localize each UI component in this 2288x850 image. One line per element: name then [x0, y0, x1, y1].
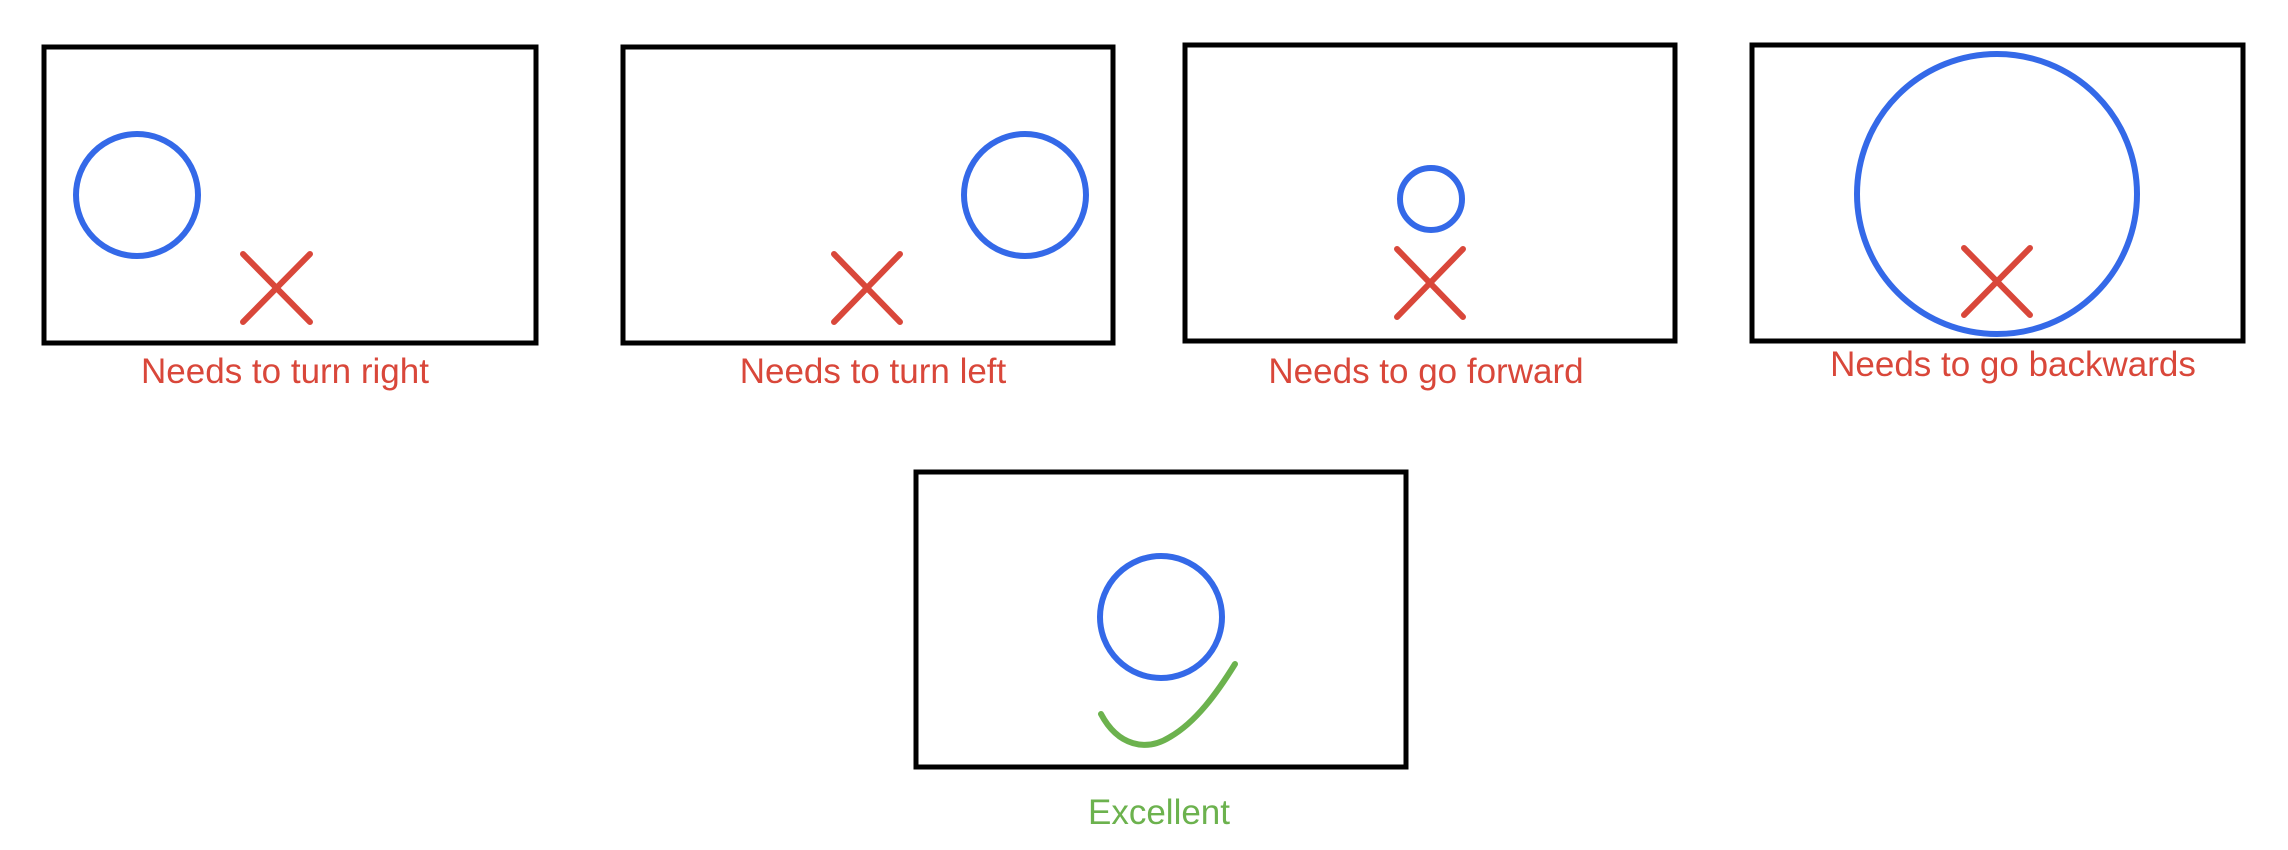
panel-caption: Needs to go backwards	[1830, 345, 2196, 384]
panel-go-backwards: Needs to go backwards	[1749, 42, 2246, 384]
cross-icon	[831, 251, 903, 325]
cross-icon	[1394, 246, 1466, 320]
robot-alignment-diagram: Needs to turn right Needs to turn left N…	[41, 42, 2246, 832]
panel-go-forward: Needs to go forward	[1182, 42, 1678, 391]
panel-turn-right: Needs to turn right	[41, 44, 539, 391]
panel-frame	[1749, 42, 2246, 344]
panel-frame	[913, 469, 1409, 770]
panel-frame	[1182, 42, 1678, 344]
circle-icon	[1854, 51, 2140, 337]
circle-icon	[73, 131, 201, 259]
panel-turn-left: Needs to turn left	[620, 44, 1116, 391]
panel-excellent: Excellent	[913, 469, 1409, 832]
panel-frame	[620, 44, 1116, 346]
panel-caption: Excellent	[1088, 793, 1230, 832]
cross-icon	[240, 251, 313, 325]
cross-icon	[1961, 245, 2033, 318]
circle-icon	[1397, 165, 1465, 233]
circle-icon	[961, 131, 1089, 259]
panel-caption: Needs to turn left	[740, 352, 1007, 391]
panel-caption: Needs to turn right	[141, 352, 429, 391]
circle-icon	[1097, 553, 1225, 681]
panel-caption: Needs to go forward	[1268, 352, 1583, 391]
